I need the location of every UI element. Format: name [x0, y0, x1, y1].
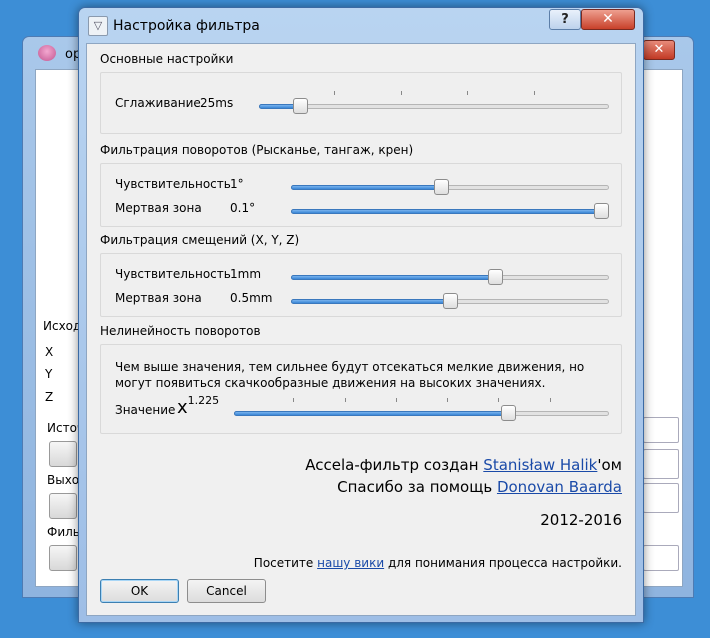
- slider-fill: [234, 411, 508, 416]
- title-bar[interactable]: ▽ Настройка фильтра ? ✕: [79, 8, 643, 42]
- dialog-title: Настройка фильтра: [113, 18, 260, 34]
- slider-thumb[interactable]: [488, 269, 503, 285]
- nonlinearity-slider[interactable]: [234, 398, 609, 424]
- nonlinearity-title: Нелинейность поворотов: [100, 324, 261, 338]
- background-label-y: Y: [45, 367, 53, 381]
- credit-thanks-prefix: Спасибо за помощь: [337, 478, 497, 496]
- nonlinearity-value-label: Значение: [115, 403, 176, 417]
- slider-tick: [293, 398, 294, 402]
- wiki-hint: Посетите нашу вики для понимания процесс…: [254, 556, 622, 570]
- translation-deadzone-value: 0.5mm: [230, 291, 273, 305]
- nonlinearity-exponent: 1.225: [187, 394, 220, 407]
- slider-thumb[interactable]: [434, 179, 449, 195]
- rotation-deadzone-value: 0.1°: [230, 201, 256, 215]
- slider-tick: [401, 91, 402, 95]
- smoothing-label: Сглаживание: [115, 96, 201, 110]
- slider-thumb[interactable]: [443, 293, 458, 309]
- slider-fill: [291, 299, 450, 304]
- nonlinearity-description: Чем выше значения, тем сильнее будут отс…: [115, 360, 585, 390]
- copyright-years: 2012-2016: [540, 511, 622, 529]
- filter-icon: ▽: [88, 16, 108, 36]
- background-field[interactable]: [643, 545, 679, 571]
- rotation-filter-title: Фильтрация поворотов (Рысканье, тангаж, …: [100, 143, 414, 157]
- slider-tick: [334, 91, 335, 95]
- rotation-sensitivity-label: Чувствительность: [115, 177, 231, 191]
- translation-filter-panel: Чувствительность 1mm Мертвая зона 0.5mm: [100, 253, 622, 317]
- rotation-sensitivity-value: 1°: [230, 177, 244, 191]
- rotation-filter-panel: Чувствительность 1° Мертвая зона 0.1°: [100, 163, 622, 227]
- slider-thumb[interactable]: [594, 203, 609, 219]
- slider-fill: [291, 209, 601, 214]
- background-dropdown[interactable]: [643, 417, 679, 443]
- filter-settings-icon[interactable]: [49, 545, 77, 571]
- help-button[interactable]: ?: [549, 9, 581, 30]
- slider-tick: [498, 398, 499, 402]
- credit-author: Accela-фильтр создан Stanisław Halik'ом: [305, 456, 622, 474]
- slider-tick: [345, 398, 346, 402]
- background-field[interactable]: [643, 483, 679, 513]
- slider-thumb[interactable]: [501, 405, 516, 421]
- slider-fill: [291, 185, 441, 190]
- credit-author-suffix: 'ом: [597, 456, 622, 474]
- nonlinearity-x-symbol: x: [177, 397, 188, 418]
- protocol-settings-icon[interactable]: [49, 493, 77, 519]
- tracker-settings-icon[interactable]: [49, 441, 77, 467]
- background-label-x: X: [45, 345, 54, 359]
- close-button[interactable]: ✕: [581, 9, 635, 30]
- slider-fill: [291, 275, 495, 280]
- background-label-source-data: Исход: [43, 319, 82, 333]
- translation-deadzone-label: Мертвая зона: [115, 291, 202, 305]
- basic-settings-panel: Сглаживание 25ms: [100, 72, 622, 134]
- nonlinearity-panel: Чем выше значения, тем сильнее будут отс…: [100, 344, 622, 434]
- translation-sensitivity-value: 1mm: [230, 267, 262, 281]
- slider-tick: [447, 398, 448, 402]
- smoothing-slider[interactable]: [259, 91, 609, 117]
- translation-sensitivity-label: Чувствительность: [115, 267, 231, 281]
- thanks-link[interactable]: Donovan Baarda: [497, 478, 622, 496]
- slider-thumb[interactable]: [293, 98, 308, 114]
- ok-button[interactable]: OK: [100, 579, 179, 603]
- translation-sensitivity-slider[interactable]: [291, 268, 609, 288]
- wiki-link[interactable]: нашу вики: [317, 556, 384, 570]
- author-link[interactable]: Stanisław Halik: [483, 456, 597, 474]
- slider-tick: [467, 91, 468, 95]
- slider-tick: [534, 91, 535, 95]
- translation-deadzone-slider[interactable]: [291, 292, 609, 312]
- slider-tick: [396, 398, 397, 402]
- wiki-hint-suffix: для понимания процесса настройки.: [384, 556, 622, 570]
- smoothing-value: 25ms: [200, 96, 234, 110]
- rotation-deadzone-label: Мертвая зона: [115, 201, 202, 215]
- wiki-hint-prefix: Посетите: [253, 556, 318, 570]
- slider-track: [259, 104, 609, 109]
- app-icon: [38, 45, 56, 61]
- basic-settings-title: Основные настройки: [100, 52, 234, 66]
- background-close-button[interactable]: ✕: [643, 40, 675, 60]
- slider-tick: [550, 398, 551, 402]
- rotation-deadzone-slider[interactable]: [291, 202, 609, 222]
- rotation-sensitivity-slider[interactable]: [291, 178, 609, 198]
- nonlinearity-formula: x1.225: [177, 394, 220, 418]
- background-label-z: Z: [45, 390, 54, 404]
- credit-author-prefix: Accela-фильтр создан: [305, 456, 484, 474]
- filter-settings-dialog: ▽ Настройка фильтра ? ✕ Основные настрой…: [78, 7, 644, 623]
- dialog-client-area: Основные настройки Сглаживание 25ms Филь…: [86, 43, 636, 616]
- cancel-button[interactable]: Cancel: [187, 579, 266, 603]
- background-field[interactable]: [643, 449, 679, 479]
- credit-thanks: Спасибо за помощь Donovan Baarda: [337, 478, 622, 496]
- translation-filter-title: Фильтрация смещений (X, Y, Z): [100, 233, 300, 247]
